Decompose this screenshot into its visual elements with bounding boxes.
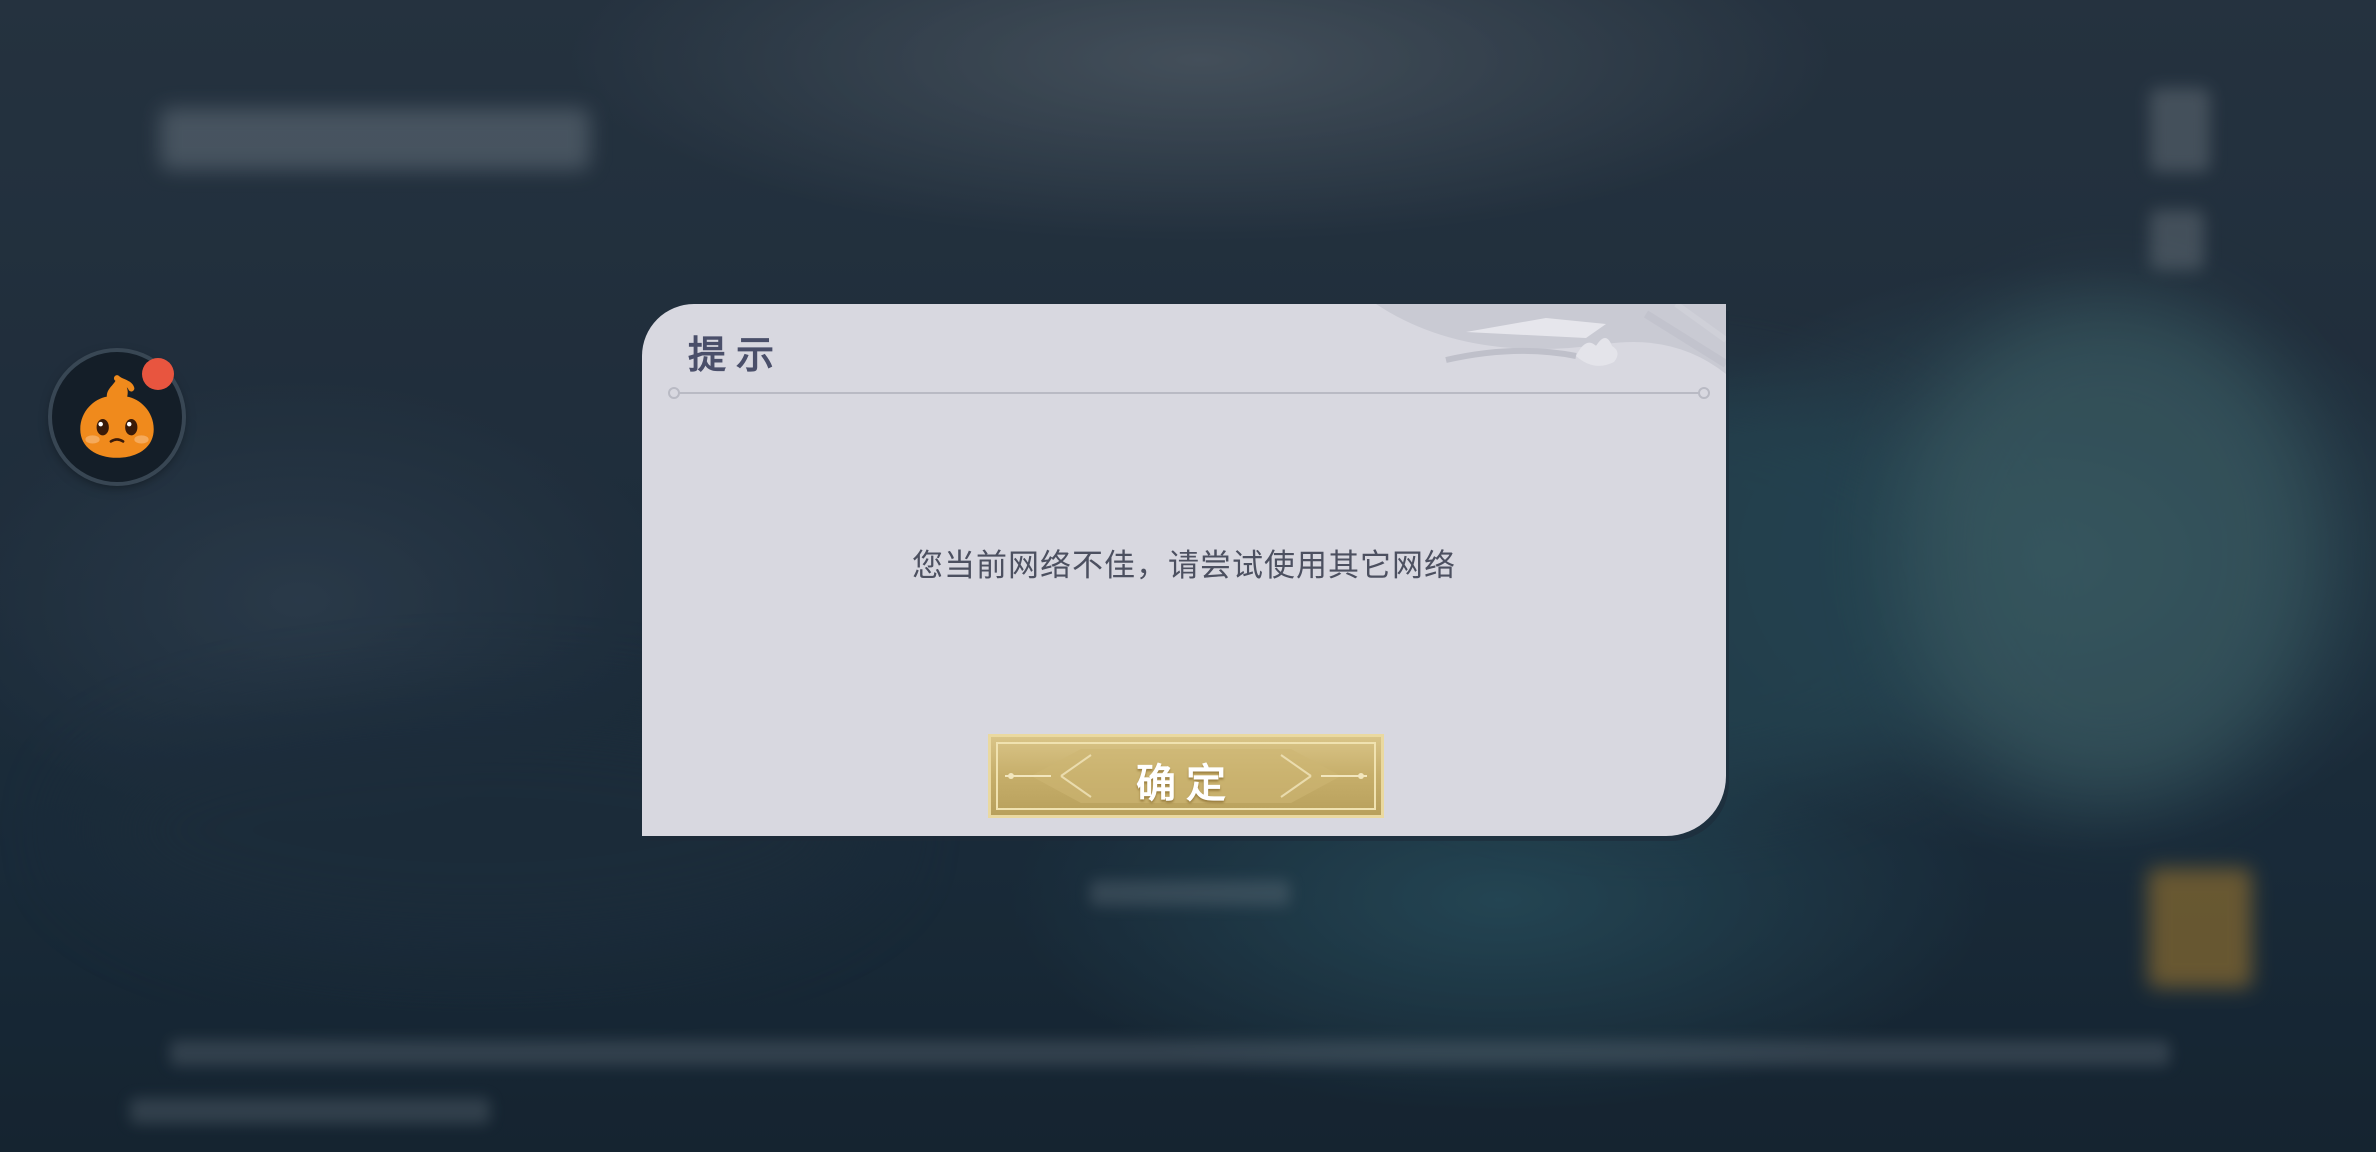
network-alert-dialog: 提示 您当前网络不佳，请尝试使用其它网络 确定 — [642, 304, 1726, 836]
confirm-button-label: 确定 — [1136, 760, 1236, 807]
confirm-button[interactable]: 确定 — [988, 734, 1384, 818]
dialog-title: 提示 — [688, 332, 785, 377]
dialog-corner-ornament — [1376, 304, 1726, 374]
notification-dot — [142, 358, 174, 390]
dialog-message: 您当前网络不佳，请尝试使用其它网络 — [912, 548, 1456, 584]
title-divider — [668, 387, 1710, 399]
